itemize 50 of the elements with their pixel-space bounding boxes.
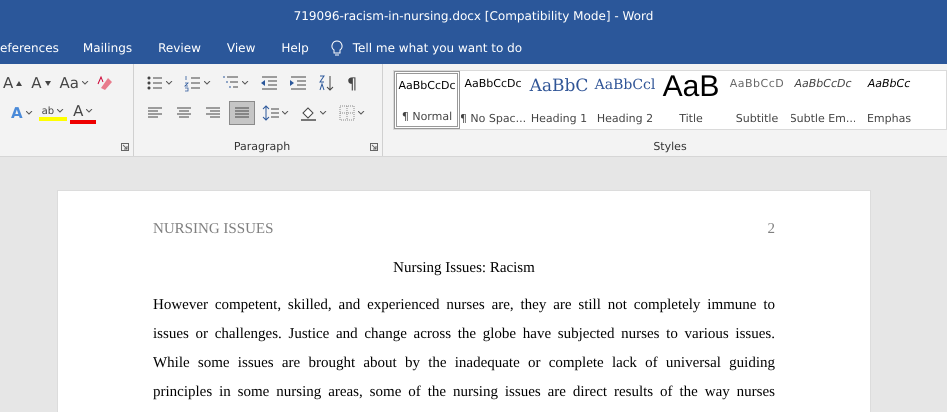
clear-formatting-icon[interactable]: [94, 74, 113, 92]
body-paragraph: However competent, skilled, and experienced nurses are, they are still not completely immune to issues or challenges. Justice and change across the globe have subjected nurses to various issues. While some issues are brought about by the inadequate or complete lack of universal guiding principles in some nursing areas, some of the nursing issues are direct results of the way nurses: [153, 296, 775, 402]
grow-font-button[interactable]: A: [0, 74, 26, 92]
ribbon-tab[interactable]: Review: [158, 41, 227, 55]
window-title: 719096-racism-in-nursing.docx [Compatibility Mode] - Word: [294, 9, 654, 23]
caret-icon: [282, 111, 289, 115]
style-gallery-item[interactable]: AaBbCcl Heading 2: [592, 71, 658, 129]
change-case-button[interactable]: Aa: [56, 74, 92, 92]
caret-icon: [358, 111, 365, 115]
increase-indent-icon: [289, 74, 307, 92]
page-number: 2: [768, 221, 775, 238]
caret-icon: [166, 81, 173, 85]
dialog-launcher-icon[interactable]: [121, 143, 129, 151]
ribbon-tab[interactable]: eferences: [0, 41, 83, 55]
style-gallery-item[interactable]: AaB Title: [658, 71, 724, 129]
style-gallery-item[interactable]: AaBbCc Emphas: [856, 71, 922, 129]
ribbon-tab[interactable]: Help: [281, 41, 335, 55]
shrink-font-button[interactable]: A: [28, 74, 54, 92]
group-label: Paragraph: [232, 140, 292, 155]
ribbon-tab[interactable]: Mailings: [82, 41, 158, 55]
justify-button[interactable]: [229, 101, 255, 125]
page-header: NURSING ISSUES: [153, 221, 274, 238]
show-formatting-button[interactable]: ¶: [343, 74, 362, 92]
up-triangle-icon: [16, 80, 22, 86]
line-spacing-icon: [262, 104, 280, 122]
tell-me-field[interactable]: Tell me what you want to do: [352, 41, 522, 55]
ribbon-tab[interactable]: View: [226, 41, 282, 55]
style-gallery-item[interactable]: AaBbC Heading 1: [526, 71, 592, 129]
group-label: Styles: [652, 140, 688, 155]
numbered-list-icon: [184, 74, 202, 92]
highlight-button[interactable]: ab: [38, 106, 68, 120]
down-triangle-icon: [44, 80, 51, 86]
caret-icon: [86, 109, 94, 113]
caret-icon: [204, 81, 211, 85]
dialog-launcher-icon[interactable]: [370, 143, 378, 151]
style-gallery-item[interactable]: AaBbCcD Subtitle: [724, 71, 790, 129]
caret-icon: [26, 111, 33, 115]
caret-icon: [320, 111, 327, 115]
lightbulb-icon: [330, 40, 343, 56]
caret-icon: [242, 81, 249, 85]
font-color-button[interactable]: A: [70, 102, 96, 124]
style-gallery-item[interactable]: AaBbCcDc ¶ No Spac...: [460, 71, 526, 129]
borders-icon: [338, 104, 356, 122]
caret-icon: [82, 81, 89, 85]
sort-icon: [318, 74, 336, 92]
caret-icon: [57, 109, 64, 113]
style-gallery-item[interactable]: AaBbCcDc ¶ Normal: [394, 71, 460, 129]
decrease-indent-icon: [260, 74, 278, 92]
bullets-icon: [146, 74, 164, 92]
document-title: Nursing Issues: Racism: [392, 260, 536, 277]
